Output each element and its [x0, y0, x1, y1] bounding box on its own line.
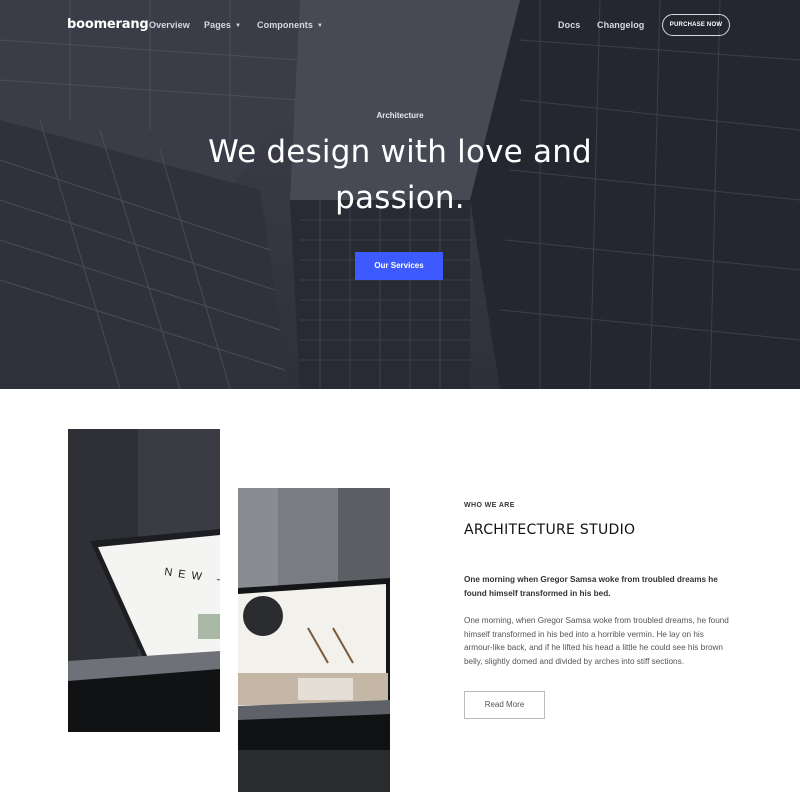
hero-headline: We design with love and passion. [208, 134, 592, 216]
hero-section: boomerang Overview Pages ▼ Components ▼ Do… [0, 0, 800, 389]
purchase-now-button[interactable]: PURCHASE NOW [662, 14, 730, 36]
nav-link-docs[interactable]: Docs [558, 20, 580, 30]
section-body: One morning, when Gregor Samsa woke from… [464, 616, 729, 666]
top-navbar: boomerang Overview Pages ▼ Components ▼ Do… [0, 0, 800, 52]
section-lead: One morning when Gregor Samsa woke from … [464, 575, 718, 598]
nav-link-label: Pages [204, 20, 232, 30]
caret-down-icon: ▼ [235, 23, 242, 29]
our-services-button[interactable]: Our Services [355, 252, 443, 280]
nav-link-components[interactable]: Components ▼ [257, 20, 323, 30]
nav-link-label: Overview [149, 20, 190, 30]
section-kicker: WHO WE ARE [464, 502, 515, 509]
nav-link-label: Components [257, 20, 313, 30]
caret-down-icon: ▼ [317, 23, 324, 29]
nav-link-label: Changelog [597, 20, 645, 30]
nav-link-changelog[interactable]: Changelog [597, 20, 644, 30]
read-more-button[interactable]: Read More [464, 691, 545, 719]
brand-logo[interactable]: boomerang [67, 17, 149, 32]
hero-eyebrow: Architecture [376, 111, 424, 120]
nav-link-label: Docs [558, 20, 581, 30]
laptop-photo-left: NEW - IN [68, 429, 220, 732]
nav-link-overview[interactable]: Overview [149, 20, 190, 30]
section-title: ARCHITECTURE STUDIO [464, 522, 636, 538]
nav-link-pages[interactable]: Pages ▼ [204, 20, 241, 30]
laptop-photo-right [238, 488, 390, 792]
